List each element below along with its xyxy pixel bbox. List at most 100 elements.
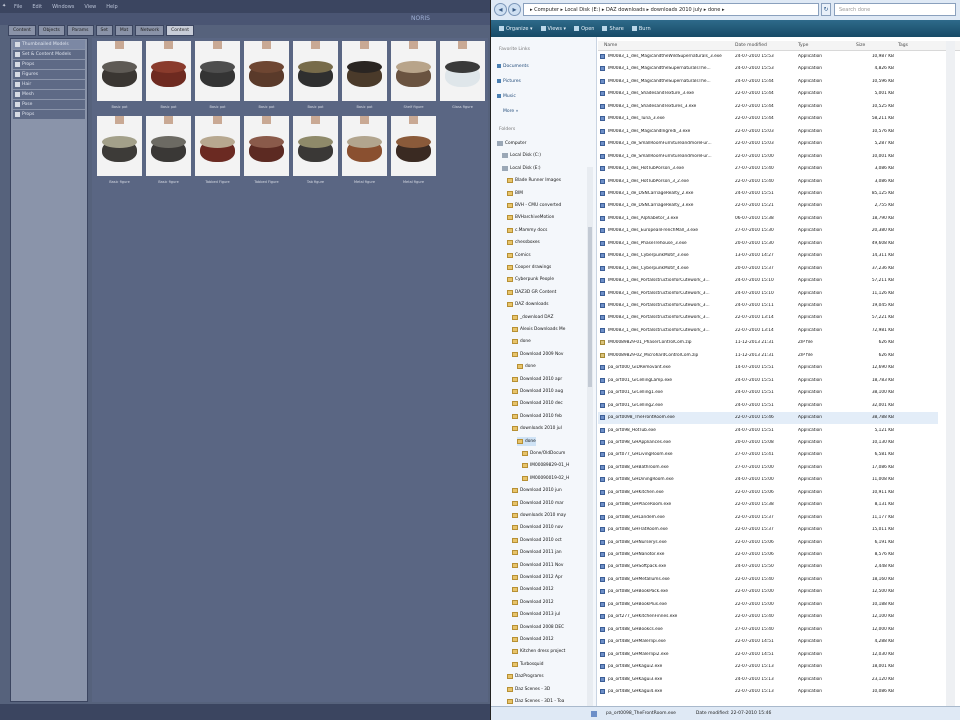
tree-node[interactable]: IM00090019-02_H — [522, 474, 569, 483]
tree-node[interactable]: done — [517, 362, 536, 371]
category-item[interactable]: Hair — [13, 80, 85, 89]
file-row[interactable]: IM0083_1_des_Tuna_3.exe 22-07-2010 15:44 A… — [598, 113, 938, 125]
tree-node[interactable]: Computer — [497, 139, 526, 148]
tree-node[interactable]: Alexis Downloads Me — [512, 325, 565, 334]
file-row[interactable]: IM0083_1_de_DSNCarriageRealty_2.exe 24-07… — [598, 188, 938, 200]
file-row[interactable]: pa_ort001_GiCellingLamp.exe 24-07-2010 15… — [598, 375, 938, 387]
content-thumbnail[interactable]: Metal figure — [342, 116, 387, 184]
back-arrow-icon[interactable]: ◂ — [494, 3, 507, 16]
file-row[interactable]: IM0083_1_des_MagicandIngredi_3.exe 22-07-… — [598, 126, 938, 138]
share-button[interactable]: Share — [602, 26, 624, 32]
category-item[interactable]: Props — [13, 60, 85, 69]
file-row[interactable]: IM00089829-02_MicrohardControlCom.zip 11-… — [598, 350, 938, 362]
file-row[interactable]: IM0083_1_de_SmallRoomFurnitureandmoreFur… — [598, 151, 938, 163]
tree-node[interactable]: Download 2010 dec — [512, 399, 563, 408]
content-thumbnail[interactable]: Glass figure — [440, 41, 485, 109]
forward-arrow-icon[interactable]: ▸ — [508, 3, 521, 16]
file-row[interactable]: pa_ort488_GHKagui4.exe 22-07-2010 15:13 Ap… — [598, 686, 938, 698]
tree-node[interactable]: done — [512, 337, 531, 346]
tree-node[interactable]: done — [517, 436, 536, 446]
category-item[interactable]: Pose — [13, 100, 85, 109]
tree-node[interactable]: Download 2010 feb — [512, 412, 562, 421]
file-row[interactable]: IM0083_1_des_PortalsstructionforCutework… — [598, 312, 938, 324]
file-row[interactable]: pa_ort098_GHAppliances.exe 20-07-2010 15:… — [598, 437, 938, 449]
tree-node[interactable]: Daz Scenes - 3D1 - Toa — [507, 697, 564, 706]
tab-objects[interactable]: Objects — [37, 25, 65, 36]
organize-button[interactable]: Organize ▾ — [499, 26, 533, 32]
tree-node[interactable]: Download 2010 oct — [512, 536, 562, 545]
tab-mat[interactable]: Mat — [114, 25, 134, 36]
folder-tree-scroll-thumb[interactable] — [588, 227, 592, 387]
search-input[interactable]: Search done — [834, 3, 956, 16]
tree-node[interactable]: Download 2012 — [512, 635, 554, 644]
tree-node[interactable]: BVHarchiveMotion — [507, 213, 554, 222]
menu-windows[interactable]: Windows — [52, 4, 74, 10]
file-row[interactable]: pa_ort488_GHBookcs.exe 27-07-2010 15:40 Ap… — [598, 624, 938, 636]
file-row[interactable]: IM0083_1_des_MagicandtheWildSupernatural… — [598, 51, 938, 63]
tree-node[interactable]: Local Disk (E:) — [502, 164, 541, 173]
file-row[interactable]: IM0083_1_des_PortalsstructionforCutework… — [598, 275, 938, 287]
file-row[interactable]: IM0083_1_des_MagicandtheSupernaturalsThe… — [598, 63, 938, 75]
tree-node[interactable]: Download 2012 — [512, 585, 554, 594]
address-bar[interactable]: ▸ Computer ▸ Local Disk (E:) ▸ DAZ downl… — [523, 3, 819, 16]
tree-node[interactable]: Download 2013 jul — [512, 610, 560, 619]
tree-node[interactable]: downloads 2010 may — [512, 511, 566, 520]
file-row[interactable]: IM0083_1_des_EuropeanFrenchMall_3.exe 27-… — [598, 225, 938, 237]
file-row[interactable]: pa_ort088_GHNurserys.exe 22-07-2010 15:06… — [598, 537, 938, 549]
file-row[interactable]: pa_ort077_GHLivingRoom.exe 27-07-2010 15:… — [598, 449, 938, 461]
burn-button[interactable]: Burn — [631, 26, 651, 32]
file-row[interactable]: pa_ort488_GHMalerlipi.exe 22-07-2010 14:5… — [598, 636, 938, 648]
file-row[interactable]: pa_ort088_GHNanotor.exe 22-07-2010 15:06 A… — [598, 549, 938, 561]
tab-content-active[interactable]: Content — [166, 25, 195, 36]
tree-node[interactable]: Download 2012 — [512, 598, 554, 607]
views-button[interactable]: Views ▾ — [540, 26, 566, 32]
content-thumbnail[interactable]: Metal figure — [391, 116, 436, 184]
menu-file[interactable]: File — [14, 4, 22, 10]
content-thumbnail[interactable]: Basic pot — [146, 41, 191, 109]
file-row[interactable]: pa_ort098_HotTub.exe 24-07-2010 15:51 Appl… — [598, 425, 938, 437]
tree-node[interactable]: DAZ downloads — [507, 300, 549, 309]
tree-node[interactable]: Cooper drawings — [507, 263, 551, 272]
content-thumbnail[interactable]: Basic pot — [244, 41, 289, 109]
content-thumbnail[interactable]: Basic pot — [293, 41, 338, 109]
file-row[interactable]: IM0083_1_des_ShadesandTextures_3.exe 22-0… — [598, 101, 938, 113]
tree-node[interactable]: DazPrograms — [507, 672, 544, 681]
column-size[interactable]: Size — [856, 43, 865, 48]
tree-node[interactable]: Download 2010 nov — [512, 523, 563, 532]
tab-network[interactable]: Network — [135, 25, 165, 36]
menu-view[interactable]: View — [84, 4, 96, 10]
file-row[interactable]: pa_ort088_GHDiningRoom.exe 24-07-2010 15:… — [598, 474, 938, 486]
file-row[interactable]: pa_ort088_GHMetallums.exe 22-07-2010 15:4… — [598, 574, 938, 586]
file-row[interactable]: IM0083_1_des_CyberpunkMotif_3.exe 13-07-2… — [598, 250, 938, 262]
file-row[interactable]: pa_ort488_GHKagui2.exe 22-07-2010 15:13 Ap… — [598, 661, 938, 673]
category-item[interactable]: Figures — [13, 70, 85, 79]
category-item[interactable]: Props — [13, 110, 85, 119]
tree-node[interactable]: Download 2010 jun — [512, 486, 562, 495]
category-item[interactable]: Set & Content Models — [13, 50, 85, 59]
file-row[interactable]: IM0083_1_de_SmallRoomFurnitureandmoreFur… — [598, 138, 938, 150]
file-row[interactable]: pa_ort088_GHSoftpack.exe 24-07-2010 15:50… — [598, 561, 938, 573]
tree-node[interactable]: Download 2010 mar — [512, 499, 564, 508]
tree-node[interactable]: Blade Runner Images — [507, 176, 561, 185]
favorite-link-documents[interactable]: Documents — [497, 64, 529, 69]
tree-node[interactable]: Local Disk (C:) — [502, 151, 541, 160]
column-tags[interactable]: Tags — [898, 43, 908, 48]
file-row[interactable]: pa_ort000_GiDRemovant.exe 14-07-2010 15:5… — [598, 362, 938, 374]
tree-node[interactable]: DAZ3D GR Content — [507, 288, 556, 297]
file-row[interactable]: pa_ort088_GHLandem.exe 22-07-2010 15:37 Ap… — [598, 512, 938, 524]
file-row[interactable]: IM0083_1_des_ShadesandTexture_3.exe 22-07… — [598, 88, 938, 100]
file-row[interactable]: IM0083_1_des_PhaseTrehouse_3.exe 20-07-20… — [598, 238, 938, 250]
tree-node[interactable]: downloads 2010 jul — [512, 424, 562, 433]
content-thumbnail[interactable]: Tabbed Figure — [244, 116, 289, 184]
tree-node[interactable]: Download 2011 Nov — [512, 561, 563, 570]
file-row[interactable]: pa_ort488_GHMalerlipi2.exe 22-07-2010 14:… — [598, 649, 938, 661]
file-row[interactable]: IM0083_1_des_Alphabetor_3.exe 06-07-2010 … — [598, 213, 938, 225]
file-row[interactable]: IM0083_1_des_PortalsstructionforCutework… — [598, 325, 938, 337]
favorite-link-music[interactable]: Music — [497, 94, 516, 99]
tree-node[interactable]: Kitchen dress project — [512, 647, 565, 656]
content-thumbnail[interactable]: Basic pot — [195, 41, 240, 109]
column-type[interactable]: Type — [798, 43, 808, 48]
file-row[interactable]: pa_ort088_GHFlatRoom.exe 22-07-2010 15:37… — [598, 524, 938, 536]
tree-node[interactable]: Done/OldDocum — [522, 449, 565, 458]
tree-node[interactable]: IM00089829-01_H — [522, 461, 569, 470]
